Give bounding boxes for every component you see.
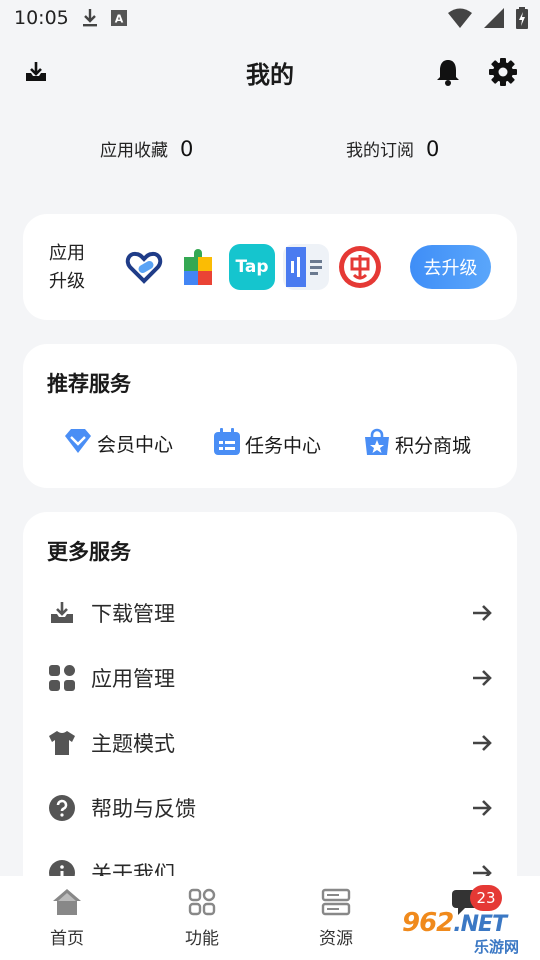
svg-text:A: A	[115, 13, 124, 26]
nav-resources[interactable]: 资源	[296, 888, 376, 949]
wifi-icon	[448, 8, 472, 28]
tshirt-icon	[47, 728, 77, 758]
menu-item-theme-mode[interactable]: 主题模式	[23, 710, 517, 775]
download-tray-icon[interactable]	[20, 56, 52, 88]
page-header: 我的	[0, 44, 540, 100]
watermark-site-name: 乐游网	[474, 938, 520, 956]
membership-label: 会员中心	[97, 433, 174, 456]
download-icon	[81, 8, 99, 28]
arrow-right-icon	[471, 667, 493, 689]
task-center-label: 任务中心	[245, 434, 322, 457]
server-icon	[321, 888, 351, 920]
menu-item-label: 应用管理	[91, 666, 175, 691]
grid-icon	[188, 888, 216, 920]
taptap-icon: Tap	[229, 244, 275, 290]
membership-center[interactable]: 会员中心	[63, 428, 173, 458]
menu-item-label: 主题模式	[91, 731, 175, 756]
app-upgrade-card: 应用 升级 Tap 去升级	[23, 214, 517, 320]
home-icon	[52, 888, 82, 920]
subscriptions-stat[interactable]: 我的订阅 0	[346, 136, 440, 162]
heart-link-app-icon	[121, 244, 167, 290]
bell-icon[interactable]	[432, 56, 464, 88]
status-time: 10:05	[14, 7, 69, 29]
menu-item-label: 帮助与反馈	[91, 796, 196, 821]
subscriptions-label: 我的订阅	[346, 141, 414, 161]
menu-item-download-manager[interactable]: 下载管理	[23, 580, 517, 645]
signal-icon	[484, 8, 504, 28]
nav-features[interactable]: 功能	[162, 888, 242, 949]
more-services-card: 更多服务 下载管理 应用管理 主题模式 帮助与反馈 关于我们	[23, 512, 517, 912]
points-mall-label: 积分商城	[395, 434, 472, 457]
menu-item-label: 下载管理	[91, 601, 175, 626]
points-mall[interactable]: 积分商城	[363, 428, 471, 460]
upgrade-label-line1: 应用	[49, 243, 85, 264]
favorites-count: 0	[180, 136, 194, 161]
red-circle-app-icon	[337, 244, 383, 290]
diamond-icon	[63, 428, 93, 458]
nav-home-label: 首页	[50, 929, 84, 949]
upgrade-label: 应用 升级	[49, 240, 93, 296]
stats-row: 应用收藏 0 我的订阅 0	[0, 136, 540, 172]
page-title: 我的	[246, 60, 294, 89]
grid-apps-icon	[47, 663, 77, 693]
site-watermark: 962.NET 乐游网	[402, 908, 538, 958]
nav-resources-label: 资源	[319, 929, 353, 949]
nav-home[interactable]: 首页	[27, 888, 107, 949]
status-bar: 10:05 A	[0, 0, 540, 36]
watermark-net: .NET	[453, 912, 507, 937]
gear-icon[interactable]	[487, 56, 519, 88]
menu-item-app-manager[interactable]: 应用管理	[23, 645, 517, 710]
favorites-label: 应用收藏	[100, 141, 168, 161]
nav-features-label: 功能	[185, 929, 219, 949]
google-play-services-icon	[175, 244, 221, 290]
favorites-stat[interactable]: 应用收藏 0	[100, 136, 194, 162]
shopping-bag-star-icon	[363, 428, 391, 460]
arrow-right-icon	[471, 602, 493, 624]
taptap-text: Tap	[235, 257, 269, 277]
upgrade-button[interactable]: 去升级	[410, 245, 491, 289]
keyboard-a-icon: A	[110, 10, 127, 26]
recommended-title: 推荐服务	[47, 372, 131, 396]
calendar-task-icon	[213, 428, 241, 460]
more-services-title: 更多服务	[47, 540, 131, 564]
task-center[interactable]: 任务中心	[213, 428, 321, 460]
arrow-right-icon	[471, 732, 493, 754]
voice-notes-icon	[283, 244, 329, 290]
battery-charging-icon	[516, 7, 528, 29]
watermark-number: 962	[402, 908, 454, 938]
recommended-services-card: 推荐服务 会员中心 任务中心 积分商城	[23, 344, 517, 488]
watermark-logo: 962.NET	[402, 908, 507, 938]
menu-item-help-feedback[interactable]: 帮助与反馈	[23, 775, 517, 840]
question-circle-icon	[47, 793, 77, 823]
upgrade-label-line2: 升级	[49, 271, 85, 292]
arrow-right-icon	[471, 797, 493, 819]
download-tray-icon	[47, 598, 77, 628]
upgrade-app-icons: Tap	[121, 244, 389, 290]
subscriptions-count: 0	[426, 136, 440, 161]
